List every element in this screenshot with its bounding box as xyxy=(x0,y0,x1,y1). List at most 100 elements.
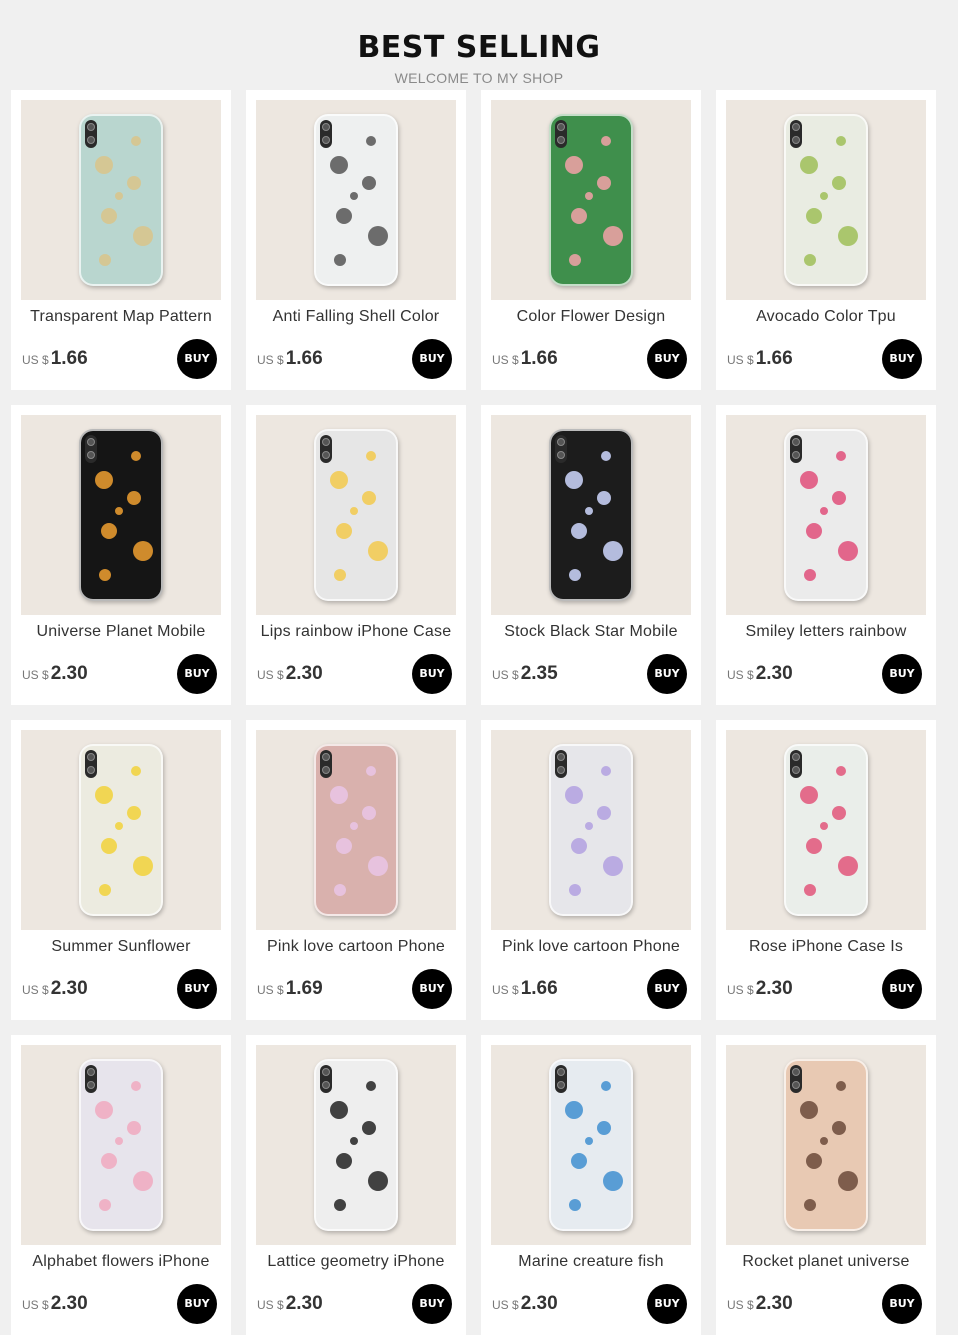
product-card[interactable]: Color Flower Design US $1.66 BUY xyxy=(481,90,701,390)
product-name[interactable]: Smiley letters rainbow xyxy=(716,623,936,641)
case-pattern-shape xyxy=(131,136,141,146)
camera-icon xyxy=(85,1065,97,1093)
case-pattern-shape xyxy=(350,822,358,830)
case-pattern-shape xyxy=(115,192,123,200)
product-name[interactable]: Anti Falling Shell Color xyxy=(246,308,466,326)
product-image[interactable] xyxy=(256,415,456,615)
case-pattern-shape xyxy=(115,507,123,515)
product-price: US $2.30 xyxy=(727,663,793,685)
camera-icon xyxy=(555,120,567,148)
product-image[interactable] xyxy=(256,1045,456,1245)
product-image[interactable] xyxy=(491,415,691,615)
product-image[interactable] xyxy=(21,730,221,930)
product-name[interactable]: Lattice geometry iPhone xyxy=(246,1253,466,1271)
case-pattern-shape xyxy=(832,1121,846,1135)
case-pattern-shape xyxy=(127,1121,141,1135)
product-name[interactable]: Avocado Color Tpu xyxy=(716,308,936,326)
product-card[interactable]: Summer Sunflower US $2.30 BUY xyxy=(11,720,231,1020)
camera-icon xyxy=(790,1065,802,1093)
product-card[interactable]: Smiley letters rainbow US $2.30 BUY xyxy=(716,405,936,705)
buy-button[interactable]: BUY xyxy=(177,654,217,694)
buy-button[interactable]: BUY xyxy=(177,1284,217,1324)
product-card[interactable]: Lips rainbow iPhone Case US $2.30 BUY xyxy=(246,405,466,705)
buy-button[interactable]: BUY xyxy=(882,654,922,694)
product-card[interactable]: Pink love cartoon Phone US $1.66 BUY xyxy=(481,720,701,1020)
product-card[interactable]: Universe Planet Mobile US $2.30 BUY xyxy=(11,405,231,705)
case-pattern-shape xyxy=(571,1153,587,1169)
product-card[interactable]: Transparent Map Pattern US $1.66 BUY xyxy=(11,90,231,390)
buy-button[interactable]: BUY xyxy=(177,339,217,379)
product-image[interactable] xyxy=(21,415,221,615)
case-pattern-shape xyxy=(330,156,348,174)
camera-icon xyxy=(85,750,97,778)
buy-button[interactable]: BUY xyxy=(647,339,687,379)
buy-button[interactable]: BUY xyxy=(882,969,922,1009)
product-card[interactable]: Pink love cartoon Phone US $1.69 BUY xyxy=(246,720,466,1020)
currency-label: US $ xyxy=(492,983,519,997)
product-name[interactable]: Transparent Map Pattern xyxy=(11,308,231,326)
product-card[interactable]: Marine creature fish US $2.30 BUY xyxy=(481,1035,701,1335)
case-pattern-shape xyxy=(131,1081,141,1091)
product-card[interactable]: Stock Black Star Mobile US $2.35 BUY xyxy=(481,405,701,705)
product-image[interactable] xyxy=(726,1045,926,1245)
buy-button[interactable]: BUY xyxy=(647,1284,687,1324)
case-pattern-shape xyxy=(585,822,593,830)
product-image[interactable] xyxy=(21,100,221,300)
buy-button[interactable]: BUY xyxy=(647,969,687,1009)
price-amount: 2.30 xyxy=(755,978,793,999)
currency-label: US $ xyxy=(727,983,754,997)
product-name[interactable]: Alphabet flowers iPhone xyxy=(11,1253,231,1271)
buy-button[interactable]: BUY xyxy=(412,969,452,1009)
buy-button[interactable]: BUY xyxy=(412,654,452,694)
case-pattern-shape xyxy=(101,1153,117,1169)
currency-label: US $ xyxy=(22,983,49,997)
product-image[interactable] xyxy=(491,730,691,930)
product-card[interactable]: Anti Falling Shell Color US $1.66 BUY xyxy=(246,90,466,390)
currency-label: US $ xyxy=(257,983,284,997)
buy-button[interactable]: BUY xyxy=(412,1284,452,1324)
case-pattern-shape xyxy=(95,1101,113,1119)
buy-button[interactable]: BUY xyxy=(177,969,217,1009)
product-name[interactable]: Rocket planet universe xyxy=(716,1253,936,1271)
product-card[interactable]: Rocket planet universe US $2.30 BUY xyxy=(716,1035,936,1335)
product-name[interactable]: Rose iPhone Case Is xyxy=(716,938,936,956)
product-name[interactable]: Stock Black Star Mobile xyxy=(481,623,701,641)
product-image[interactable] xyxy=(726,100,926,300)
currency-label: US $ xyxy=(727,1298,754,1312)
product-name[interactable]: Color Flower Design xyxy=(481,308,701,326)
product-image[interactable] xyxy=(256,100,456,300)
case-pattern-shape xyxy=(838,856,858,876)
case-pattern-shape xyxy=(804,884,816,896)
product-card[interactable]: Lattice geometry iPhone US $2.30 BUY xyxy=(246,1035,466,1335)
phone-case-illustration xyxy=(79,429,163,601)
product-image[interactable] xyxy=(491,100,691,300)
product-image[interactable] xyxy=(726,415,926,615)
buy-button[interactable]: BUY xyxy=(882,1284,922,1324)
product-image[interactable] xyxy=(256,730,456,930)
product-card[interactable]: Alphabet flowers iPhone US $2.30 BUY xyxy=(11,1035,231,1335)
product-name[interactable]: Pink love cartoon Phone xyxy=(246,938,466,956)
product-name[interactable]: Pink love cartoon Phone xyxy=(481,938,701,956)
case-pattern-shape xyxy=(362,176,376,190)
product-price: US $2.30 xyxy=(22,663,88,685)
buy-button[interactable]: BUY xyxy=(647,654,687,694)
product-card[interactable]: Avocado Color Tpu US $1.66 BUY xyxy=(716,90,936,390)
buy-button[interactable]: BUY xyxy=(882,339,922,379)
product-name[interactable]: Universe Planet Mobile xyxy=(11,623,231,641)
camera-icon xyxy=(320,435,332,463)
case-pattern-shape xyxy=(350,192,358,200)
case-pattern-shape xyxy=(603,856,623,876)
buy-button[interactable]: BUY xyxy=(412,339,452,379)
product-card[interactable]: Rose iPhone Case Is US $2.30 BUY xyxy=(716,720,936,1020)
product-image[interactable] xyxy=(726,730,926,930)
product-name[interactable]: Lips rainbow iPhone Case xyxy=(246,623,466,641)
product-image[interactable] xyxy=(491,1045,691,1245)
case-pattern-shape xyxy=(131,451,141,461)
product-name[interactable]: Marine creature fish xyxy=(481,1253,701,1271)
case-pattern-shape xyxy=(330,471,348,489)
case-pattern-shape xyxy=(806,523,822,539)
product-name[interactable]: Summer Sunflower xyxy=(11,938,231,956)
product-image[interactable] xyxy=(21,1045,221,1245)
case-pattern-shape xyxy=(115,1137,123,1145)
phone-case-illustration xyxy=(784,744,868,916)
